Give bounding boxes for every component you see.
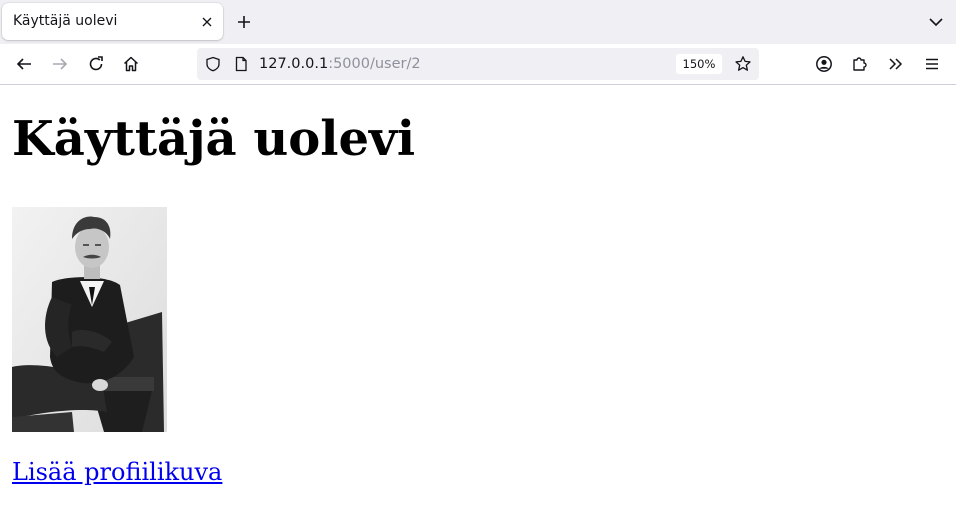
active-tab[interactable]: Käyttäjä uolevi: [2, 3, 223, 40]
tab-title: Käyttäjä uolevi: [13, 13, 118, 29]
forward-icon[interactable]: [48, 52, 72, 76]
page-title: Käyttäjä uolevi: [12, 111, 416, 167]
add-profile-image-link[interactable]: Lisää profiilikuva: [12, 458, 222, 486]
close-tab-icon[interactable]: [197, 12, 217, 32]
overflow-menu-icon[interactable]: [884, 52, 908, 76]
tab-strip: Käyttäjä uolevi: [0, 0, 956, 44]
account-icon[interactable]: [812, 52, 836, 76]
extensions-icon[interactable]: [848, 52, 872, 76]
navigation-bar: 127.0.0.1:5000/user/2 150%: [0, 44, 956, 85]
home-icon[interactable]: [119, 52, 143, 76]
url-path: :5000/user/2: [328, 56, 421, 72]
shield-icon[interactable]: [205, 56, 221, 72]
url-text[interactable]: 127.0.0.1:5000/user/2: [259, 56, 421, 72]
page-icon[interactable]: [233, 56, 249, 72]
hamburger-menu-icon[interactable]: [920, 52, 944, 76]
bookmark-star-icon[interactable]: [732, 53, 754, 75]
back-icon[interactable]: [12, 52, 36, 76]
zoom-level-badge[interactable]: 150%: [676, 54, 722, 74]
url-bar[interactable]: 127.0.0.1:5000/user/2 150%: [197, 48, 759, 80]
page-content: Käyttäjä uolevi Lisää profiilikuva: [0, 85, 956, 510]
chevron-down-icon[interactable]: [924, 10, 948, 34]
new-tab-icon[interactable]: [232, 10, 256, 34]
url-host: 127.0.0.1: [259, 56, 329, 72]
profile-image: [12, 207, 167, 432]
reload-icon[interactable]: [84, 52, 108, 76]
